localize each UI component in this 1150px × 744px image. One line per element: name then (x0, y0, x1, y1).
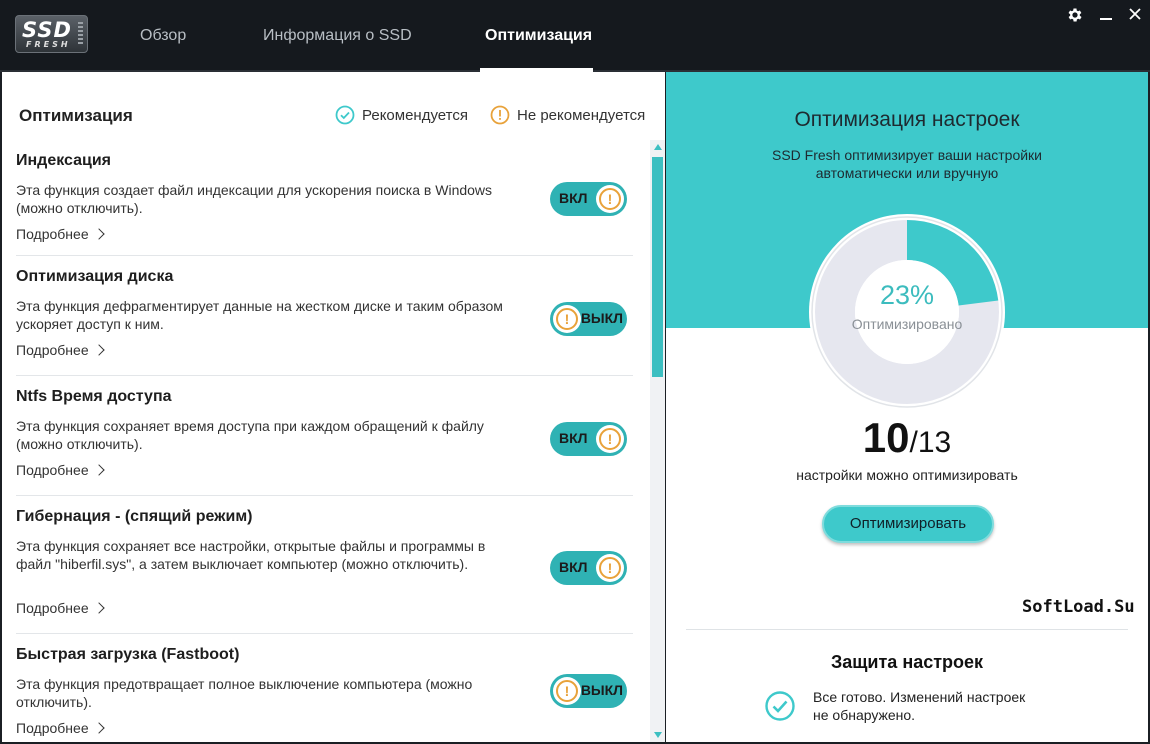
more-link-label[interactable]: Подробнее (16, 226, 89, 242)
logo-main-text: SSD (22, 18, 72, 42)
item-title: Ntfs Время доступа (16, 388, 172, 405)
scroll-up-arrow-icon[interactable] (654, 144, 662, 150)
more-link[interactable]: Подробнее (16, 226, 105, 242)
check-circle-icon (335, 105, 355, 125)
more-link[interactable]: Подробнее (16, 600, 105, 616)
item-title: Гибернация - (спящий режим) (16, 508, 253, 525)
more-link-label[interactable]: Подробнее (16, 342, 89, 358)
item-title: Индексация (16, 152, 112, 169)
toggle-state-label: ВКЛ (559, 430, 588, 446)
item-description: Эта функция сохраняет все настройки, отк… (16, 538, 486, 572)
item-description: Эта функция создает файл индексации для … (16, 182, 493, 216)
count-value: 10 (862, 414, 910, 461)
settings-list: Индексация Эта функция создает файл инде… (2, 140, 650, 742)
item-description: Эта функция дефрагментирует данные на же… (16, 298, 503, 332)
toggle-knob: ! (596, 554, 624, 582)
item-description: Эта функция предотвращает полное выключе… (16, 676, 473, 710)
app-logo: SSD FRESH (15, 15, 88, 53)
toggle-state-label: ВЫКЛ (580, 682, 623, 698)
chevron-right-icon (92, 464, 105, 476)
toggle-knob: ! (596, 185, 624, 213)
more-link[interactable]: Подробнее (16, 720, 105, 736)
count-label: настройки можно оптимизировать (796, 467, 1018, 483)
item-title: Быстрая загрузка (Fastboot) (16, 646, 240, 663)
optimize-button[interactable]: Оптимизировать (822, 505, 994, 543)
warning-icon: ! (599, 428, 621, 450)
divider (686, 629, 1128, 630)
list-item: Оптимизация диска Эта функция дефрагмент… (16, 256, 633, 376)
more-link[interactable]: Подробнее (16, 462, 105, 478)
list-item: Ntfs Время доступа Эта функция сохраняет… (16, 376, 633, 496)
count-slash: / (909, 426, 918, 459)
list-item: Индексация Эта функция создает файл инде… (16, 140, 633, 256)
more-link-label[interactable]: Подробнее (16, 462, 89, 478)
toggle-state-label: ВКЛ (559, 559, 588, 575)
gear-icon[interactable] (1064, 6, 1086, 28)
item-description: Эта функция сохраняет время доступа при … (16, 418, 484, 452)
tab-overview[interactable]: Обзор (140, 27, 186, 45)
tab-optimization[interactable]: Оптимизация (485, 27, 592, 45)
optimization-list-panel: Оптимизация Рекомендуется Не рекомендует… (2, 72, 665, 742)
title-bar: SSD FRESH Обзор Информация о SSD Оптимиз… (0, 0, 1150, 72)
toggle-knob: ! (553, 305, 581, 333)
warning-circle-icon (490, 105, 510, 125)
optimization-summary-panel: Оптимизация настроек SSD Fresh оптимизир… (666, 72, 1148, 742)
chevron-right-icon (92, 722, 105, 734)
warning-icon: ! (556, 308, 578, 330)
more-link[interactable]: Подробнее (16, 342, 105, 358)
toggle-knob: ! (596, 425, 624, 453)
warning-icon: ! (599, 557, 621, 579)
item-title: Оптимизация диска (16, 268, 174, 285)
minimize-icon[interactable] (1095, 6, 1117, 28)
summary-subtitle: SSD Fresh оптимизирует ваши настройки ав… (771, 147, 1042, 181)
watermark: SoftLoad.Su (1022, 597, 1135, 617)
logo-bars (78, 22, 83, 46)
toggle-hibernation[interactable]: ВКЛ ! (550, 551, 627, 585)
close-icon[interactable] (1124, 6, 1146, 28)
warning-icon: ! (556, 680, 578, 702)
scrollbar-thumb[interactable] (652, 157, 663, 377)
legend-not-recommended-label: Не рекомендуется (517, 106, 646, 124)
chevron-right-icon (92, 344, 105, 356)
optimizable-count: 10/13 (666, 414, 1148, 462)
scroll-down-arrow-icon[interactable] (654, 732, 662, 738)
toggle-disk-optimization[interactable]: ! ВЫКЛ (550, 302, 627, 336)
count-total: 13 (917, 426, 952, 459)
gauge-percent: 23% (879, 280, 935, 310)
gauge-label: Оптимизировано (851, 316, 963, 332)
panel-title: Оптимизация (19, 106, 133, 125)
check-circle-icon (765, 691, 795, 721)
list-item: Быстрая загрузка (Fastboot) Эта функция … (16, 634, 633, 742)
toggle-state-label: ВЫКЛ (580, 310, 623, 326)
chevron-right-icon (92, 228, 105, 240)
tab-ssd-info[interactable]: Информация о SSD (263, 27, 412, 45)
toggle-state-label: ВКЛ (559, 190, 588, 206)
protection-title: Защита настроек (830, 652, 984, 672)
more-link-label[interactable]: Подробнее (16, 720, 89, 736)
legend-not-recommended: Не рекомендуется (490, 105, 645, 125)
more-link-label[interactable]: Подробнее (16, 600, 89, 616)
toggle-ntfs-access-time[interactable]: ВКЛ ! (550, 422, 627, 456)
toggle-knob: ! (553, 677, 581, 705)
legend-recommended: Рекомендуется (335, 105, 468, 125)
legend-recommended-label: Рекомендуется (362, 106, 468, 124)
logo-sub-text: FRESH (26, 40, 71, 49)
gauge-inner (855, 260, 959, 364)
optimization-gauge (809, 214, 1005, 410)
toggle-fastboot[interactable]: ! ВЫКЛ (550, 674, 627, 708)
toggle-indexing[interactable]: ВКЛ ! (550, 182, 627, 216)
warning-icon: ! (599, 188, 621, 210)
protection-status-text: Все готово. Изменений настроек не обнару… (813, 689, 1026, 723)
list-item: Гибернация - (спящий режим) Эта функция … (16, 496, 633, 634)
summary-title: Оптимизация настроек (794, 108, 1020, 131)
chevron-right-icon (92, 602, 105, 614)
